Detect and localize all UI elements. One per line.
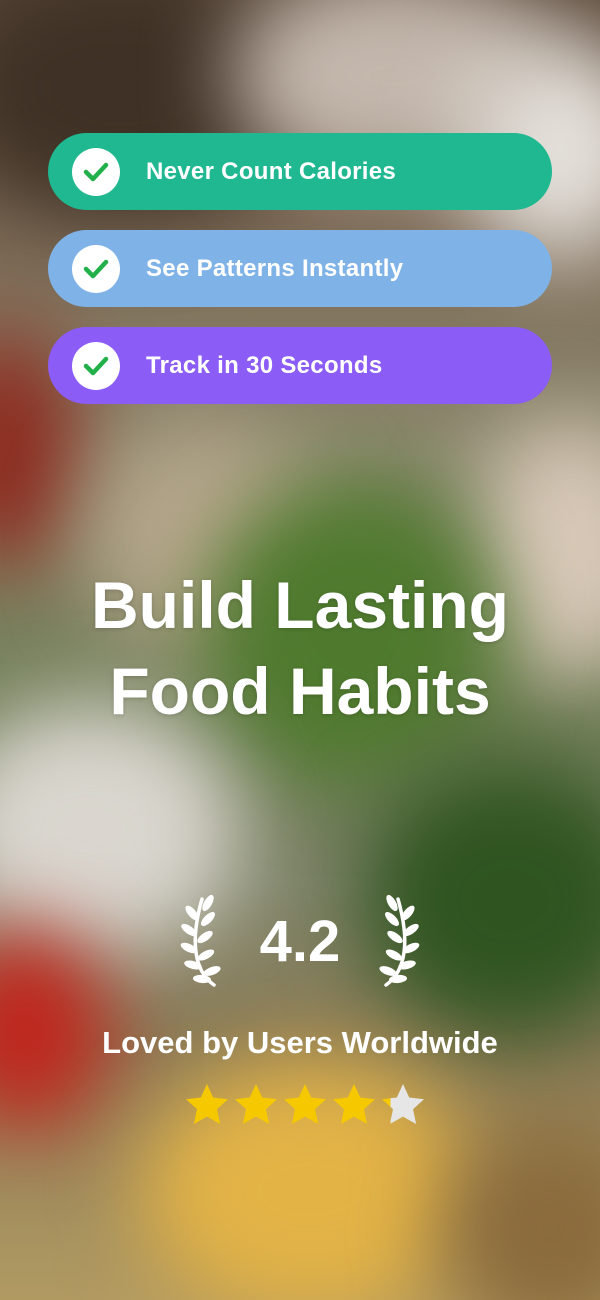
star-icon <box>333 1084 375 1124</box>
feature-label: Track in 30 Seconds <box>146 351 383 379</box>
rating-badge: 4.2 <box>0 893 600 993</box>
laurel-right-icon <box>379 894 420 987</box>
checkmark-icon <box>72 341 120 390</box>
feature-label: See Patterns Instantly <box>146 254 404 282</box>
headline-line-2: Food Habits <box>109 654 491 728</box>
feature-pill-track-in-30-seconds: Track in 30 Seconds <box>48 327 552 404</box>
checkmark-icon <box>72 147 120 196</box>
headline: Build Lasting Food Habits <box>0 562 600 734</box>
star-icon <box>284 1084 326 1124</box>
checkmark-icon <box>72 244 120 293</box>
rating-tagline: Loved by Users Worldwide <box>102 1025 498 1060</box>
headline-line-1: Build Lasting <box>91 568 509 642</box>
star-icon <box>186 1084 228 1124</box>
rating-value: 4.2 <box>259 909 341 974</box>
feature-pill-never-count-calories: Never Count Calories <box>48 133 552 210</box>
feature-label: Never Count Calories <box>146 157 397 185</box>
star-icon <box>382 1084 424 1124</box>
star-icon <box>235 1084 277 1124</box>
feature-pill-see-patterns-instantly: See Patterns Instantly <box>48 230 552 307</box>
star-rating <box>183 1081 428 1129</box>
